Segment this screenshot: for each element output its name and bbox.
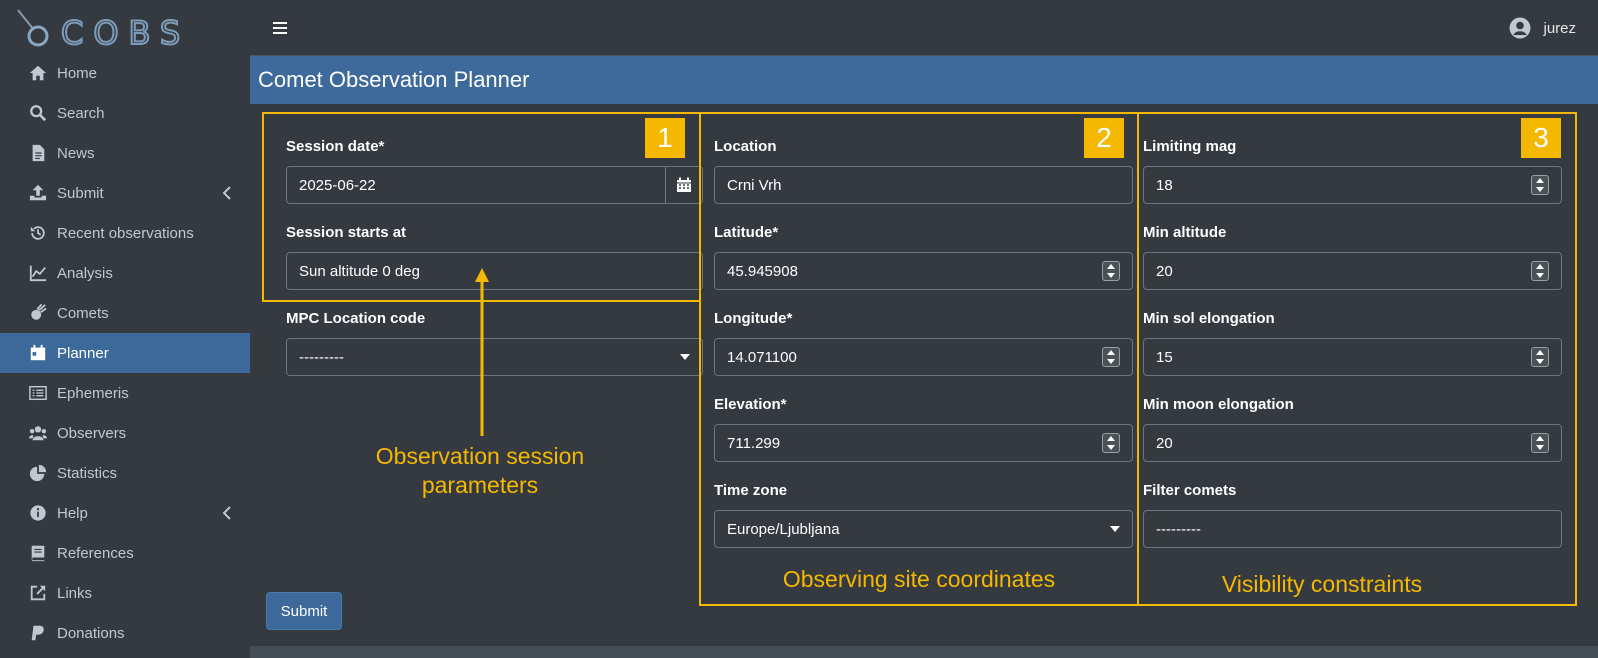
annotation-session-text: Observation session parameters [340, 442, 620, 500]
search-icon [28, 103, 48, 123]
chevron-left-icon [222, 186, 231, 200]
pie-chart-icon [28, 463, 48, 483]
sidebar-item-recent-observations[interactable]: Recent observations [0, 213, 250, 253]
sidebar-item-label: Help [57, 504, 88, 522]
line-chart-icon [28, 263, 48, 283]
sidebar-item-planner[interactable]: Planner [0, 333, 250, 373]
user-avatar-icon [1509, 17, 1531, 39]
sidebar-item-label: References [57, 544, 134, 562]
sidebar-item-observers[interactable]: Observers [0, 413, 250, 453]
annotation-badge-1: 1 [645, 118, 685, 158]
brand-logo[interactable]: COBS [0, 0, 250, 54]
paypal-icon [28, 623, 48, 643]
chevron-left-icon [222, 506, 231, 520]
sidebar: COBS Home Search News Submit Recent obse… [0, 0, 250, 658]
sidebar-item-label: Observers [57, 424, 127, 442]
sidebar-item-links[interactable]: Links [0, 573, 250, 613]
footer-bar [250, 646, 1598, 658]
sidebar-item-label: News [57, 144, 95, 162]
annotation-visibility-text: Visibility constraints [1221, 571, 1423, 597]
sidebar-item-search[interactable]: Search [0, 93, 250, 133]
book-icon [28, 543, 48, 563]
page-title: Comet Observation Planner [258, 67, 530, 92]
mpc-code-label: MPC Location code [286, 310, 426, 327]
sidebar-item-label: Donations [57, 624, 125, 642]
sidebar-item-home[interactable]: Home [0, 53, 250, 93]
annotation-box-visibility [1137, 112, 1577, 606]
sidebar-nav: Home Search News Submit Recent observati… [0, 53, 250, 653]
list-icon [28, 383, 48, 403]
caret-down-icon [680, 354, 690, 360]
cobs-logo-icon: COBS [17, 9, 190, 48]
external-link-icon [28, 583, 48, 603]
sidebar-item-donations[interactable]: Donations [0, 613, 250, 653]
history-icon [28, 223, 48, 243]
sidebar-item-help[interactable]: Help [0, 493, 250, 533]
submit-button[interactable]: Submit [266, 592, 342, 630]
annotation-badge-3: 3 [1521, 118, 1561, 158]
hamburger-menu-icon[interactable] [272, 19, 288, 37]
sidebar-item-label: Ephemeris [57, 384, 129, 402]
sidebar-item-label: Statistics [57, 464, 118, 482]
sidebar-item-label: Recent observations [57, 224, 194, 242]
info-icon [28, 503, 48, 523]
sidebar-item-statistics[interactable]: Statistics [0, 453, 250, 493]
users-icon [28, 423, 48, 443]
sidebar-item-label: Comets [57, 304, 109, 322]
page-header: Comet Observation Planner [250, 56, 1598, 104]
comet-icon [28, 303, 48, 323]
sidebar-item-comets[interactable]: Comets [0, 293, 250, 333]
top-navbar: jurez [250, 0, 1598, 56]
user-name: jurez [1543, 19, 1576, 37]
sidebar-item-label: Home [57, 64, 98, 82]
annotation-site-text: Observing site coordinates [782, 566, 1056, 592]
annotation-badge-2: 2 [1084, 118, 1124, 158]
sidebar-item-submit[interactable]: Submit [0, 173, 250, 213]
sidebar-item-label: Submit [57, 184, 104, 202]
home-icon [28, 63, 48, 83]
annotation-arrow-icon [475, 268, 489, 436]
upload-icon [28, 183, 48, 203]
annotation-session-line1: Observation session [375, 443, 585, 469]
sidebar-item-ephemeris[interactable]: Ephemeris [0, 373, 250, 413]
document-icon [28, 143, 48, 163]
sidebar-item-label: Planner [57, 344, 109, 362]
sidebar-item-label: Search [57, 104, 105, 122]
sidebar-item-label: Analysis [57, 264, 113, 282]
mpc-code-select[interactable]: --------- [286, 338, 703, 376]
annotation-box-site [699, 112, 1139, 606]
sidebar-item-label: Links [57, 584, 93, 602]
user-menu[interactable]: jurez [1509, 17, 1576, 39]
sidebar-item-references[interactable]: References [0, 533, 250, 573]
sidebar-item-news[interactable]: News [0, 133, 250, 173]
annotation-session-line2: parameters [421, 472, 539, 498]
brand-name: COBS [61, 14, 190, 48]
sidebar-item-analysis[interactable]: Analysis [0, 253, 250, 293]
calendar-icon [28, 343, 48, 363]
